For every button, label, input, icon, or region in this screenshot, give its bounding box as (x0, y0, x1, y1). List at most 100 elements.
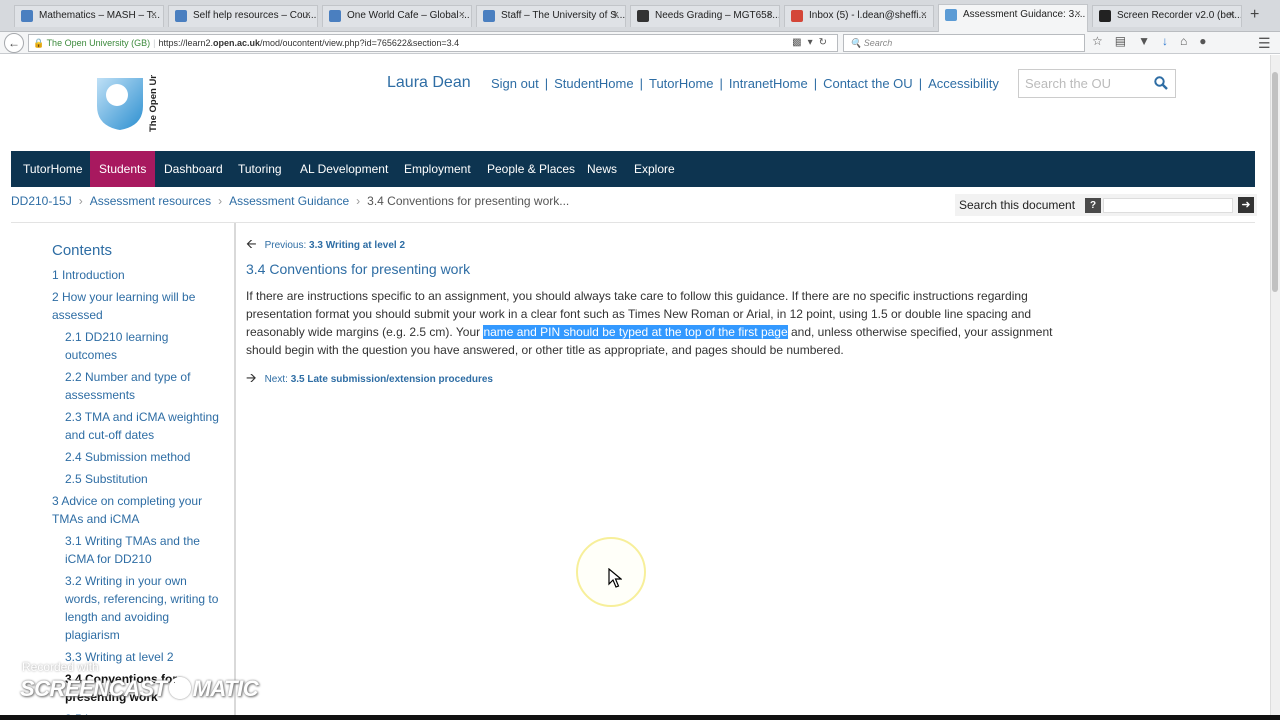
previous-link[interactable]: 🡨 Previous: 3.3 Writing at level 2 (246, 235, 405, 257)
browser-tab-title: Assessment Guidance: 3.... (963, 9, 1086, 20)
nav-item[interactable]: Explore (634, 151, 675, 187)
scrollbar-thumb[interactable] (1272, 72, 1278, 292)
nav-item[interactable]: Tutoring (238, 151, 282, 187)
close-icon[interactable]: × (767, 9, 773, 21)
header-link[interactable]: StudentHome (554, 76, 634, 91)
document-search-input[interactable] (1103, 198, 1233, 213)
reader-icon[interactable]: ▩ (792, 37, 807, 48)
browser-tab-title: Screen Recorder v2.0 (bet... (1117, 10, 1242, 21)
toc-item[interactable]: 3 Advice on completing your TMAs and iCM… (52, 492, 222, 528)
download-icon[interactable]: ↓ (1162, 34, 1180, 48)
address-bar[interactable]: 🔒 The Open University (GB) | https://learn… (28, 34, 838, 52)
toc-item[interactable]: 2.4 Submission method (65, 448, 222, 466)
next-link[interactable]: 🡪 Next: 3.5 Late submission/extension pro… (246, 369, 493, 391)
prev-label: Previous: (264, 240, 307, 251)
watermark-brand: SCREENCAST MATIC (20, 676, 259, 702)
table-of-contents: 1 Introduction 2 How your learning will b… (52, 266, 222, 715)
arrow-left-icon: 🡨 (246, 236, 257, 251)
document-search: Search this document ? ➜ (955, 194, 1257, 216)
ou-wordmark-text: The Open University (148, 75, 159, 132)
link-separator: | (719, 76, 723, 91)
contents-title: Contents (52, 242, 113, 259)
next-title: Late submission/extension procedures (307, 374, 493, 385)
close-icon[interactable]: × (459, 9, 465, 21)
arrow-right-icon[interactable]: ➜ (1238, 197, 1254, 213)
browser-tab[interactable]: Assessment Guidance: 3.... × (938, 4, 1088, 32)
ou-shield-logo-icon[interactable] (95, 76, 145, 132)
browser-tab[interactable]: One World Cafe – Global ... × (322, 5, 472, 27)
link-separator: | (918, 76, 923, 91)
close-icon[interactable]: × (305, 9, 311, 21)
breadcrumb-link[interactable]: Assessment Guidance (229, 194, 349, 208)
toc-item[interactable]: 2.5 Substitution (65, 470, 222, 488)
toc-item[interactable]: 2 How your learning will be assessed (52, 288, 222, 324)
close-icon[interactable]: × (1075, 8, 1081, 20)
reading-list-icon[interactable]: ▤ (1115, 34, 1138, 48)
nav-item[interactable]: Employment (404, 151, 471, 187)
nav-item[interactable]: People & Places (487, 151, 575, 187)
nav-item[interactable]: Dashboard (164, 151, 223, 187)
browser-tab-title: One World Cafe – Global ... (347, 10, 470, 21)
watermark-recorded-text: Recorded with (22, 660, 99, 674)
toc-item[interactable]: 2.2 Number and type of assessments (65, 368, 222, 404)
link-separator: | (813, 76, 818, 91)
home-icon[interactable]: ⌂ (1180, 34, 1199, 48)
screencast-watermark: Recorded with SCREENCAST MATIC (20, 658, 259, 710)
browser-tab[interactable]: Screen Recorder v2.0 (bet... × (1092, 5, 1242, 27)
selected-text[interactable]: name and PIN should be typed at the top … (483, 325, 788, 339)
close-icon[interactable]: × (613, 9, 619, 21)
toc-item[interactable]: 1 Introduction (52, 266, 222, 284)
header-link[interactable]: IntranetHome (729, 76, 808, 91)
close-icon[interactable]: × (151, 9, 157, 21)
link-separator: | (544, 76, 549, 91)
prev-title: Writing at level 2 (325, 240, 406, 251)
toc-item[interactable]: 3.2 Writing in your own words, referenci… (65, 572, 222, 644)
lock-icon: 🔒 (33, 38, 45, 48)
chat-icon[interactable]: ● (1199, 34, 1218, 48)
browser-tab[interactable]: Inbox (5) - l.dean@sheffi... × (784, 5, 934, 27)
ou-icon (945, 9, 957, 21)
reload-icon[interactable]: ↻ (819, 37, 833, 48)
chevron-right-icon: › (78, 194, 83, 208)
browser-tab[interactable]: Self help resources – Cou... × (168, 5, 318, 27)
header-link[interactable]: Accessibility (928, 76, 999, 91)
nav-item[interactable]: Students (90, 151, 156, 187)
bottom-strip (0, 715, 1280, 720)
header-link[interactable]: Contact the OU (823, 76, 913, 91)
nav-item[interactable]: TutorHome (23, 151, 83, 187)
help-icon[interactable]: ? (1085, 198, 1101, 213)
header-link[interactable]: Sign out (491, 76, 539, 91)
star-icon[interactable]: ☆ (1092, 34, 1115, 48)
pocket-icon[interactable]: ▼ (1138, 34, 1162, 48)
browser-search-input[interactable]: 🔍 Search (843, 34, 1085, 52)
hamburger-menu-icon[interactable]: ☰ (1258, 35, 1271, 52)
new-tab-button[interactable]: + (1250, 6, 1259, 24)
ou-search-input[interactable]: Search the OU (1018, 69, 1176, 98)
shield-icon (483, 10, 495, 22)
url-path: /mod/oucontent/view.php?id=765622&sectio… (260, 38, 460, 48)
browser-tab[interactable]: Staff – The University of S... × (476, 5, 626, 27)
toc-item[interactable]: 2.1 DD210 learning outcomes (65, 328, 222, 364)
close-icon[interactable]: × (1229, 9, 1235, 21)
nav-item[interactable]: AL Development (300, 151, 388, 187)
breadcrumb-link[interactable]: Assessment resources (90, 194, 211, 208)
next-num: 3.5 (290, 374, 305, 385)
search-icon[interactable] (1154, 76, 1168, 90)
dropdown-icon[interactable]: ▾ (808, 37, 819, 48)
toc-item[interactable]: 3.1 Writing TMAs and the iCMA for DD210 (65, 532, 222, 568)
chevron-right-icon: › (218, 194, 223, 208)
toc-item[interactable]: 2.3 TMA and iCMA weighting and cut-off d… (65, 408, 222, 444)
close-icon[interactable]: × (921, 9, 927, 21)
browser-tab-title: Mathematics – MASH – T... (39, 10, 160, 21)
nav-item[interactable]: News (587, 151, 617, 187)
browser-tab-title: Self help resources – Cou... (193, 10, 317, 21)
back-button[interactable]: ← (4, 33, 24, 53)
breadcrumb-link[interactable]: DD210-15J (11, 194, 72, 208)
browser-tab[interactable]: Needs Grading – MGT658... × (630, 5, 780, 27)
header-link[interactable]: TutorHome (649, 76, 714, 91)
section-heading: 3.4 Conventions for presenting work (246, 261, 471, 277)
address-bar-icons: ▩▾↻ (792, 35, 833, 51)
browser-tab[interactable]: Mathematics – MASH – T... × (14, 5, 164, 27)
contents-sidebar: Contents 1 Introduction 2 How your learni… (0, 223, 236, 715)
document-search-label: Search this document (959, 198, 1076, 212)
